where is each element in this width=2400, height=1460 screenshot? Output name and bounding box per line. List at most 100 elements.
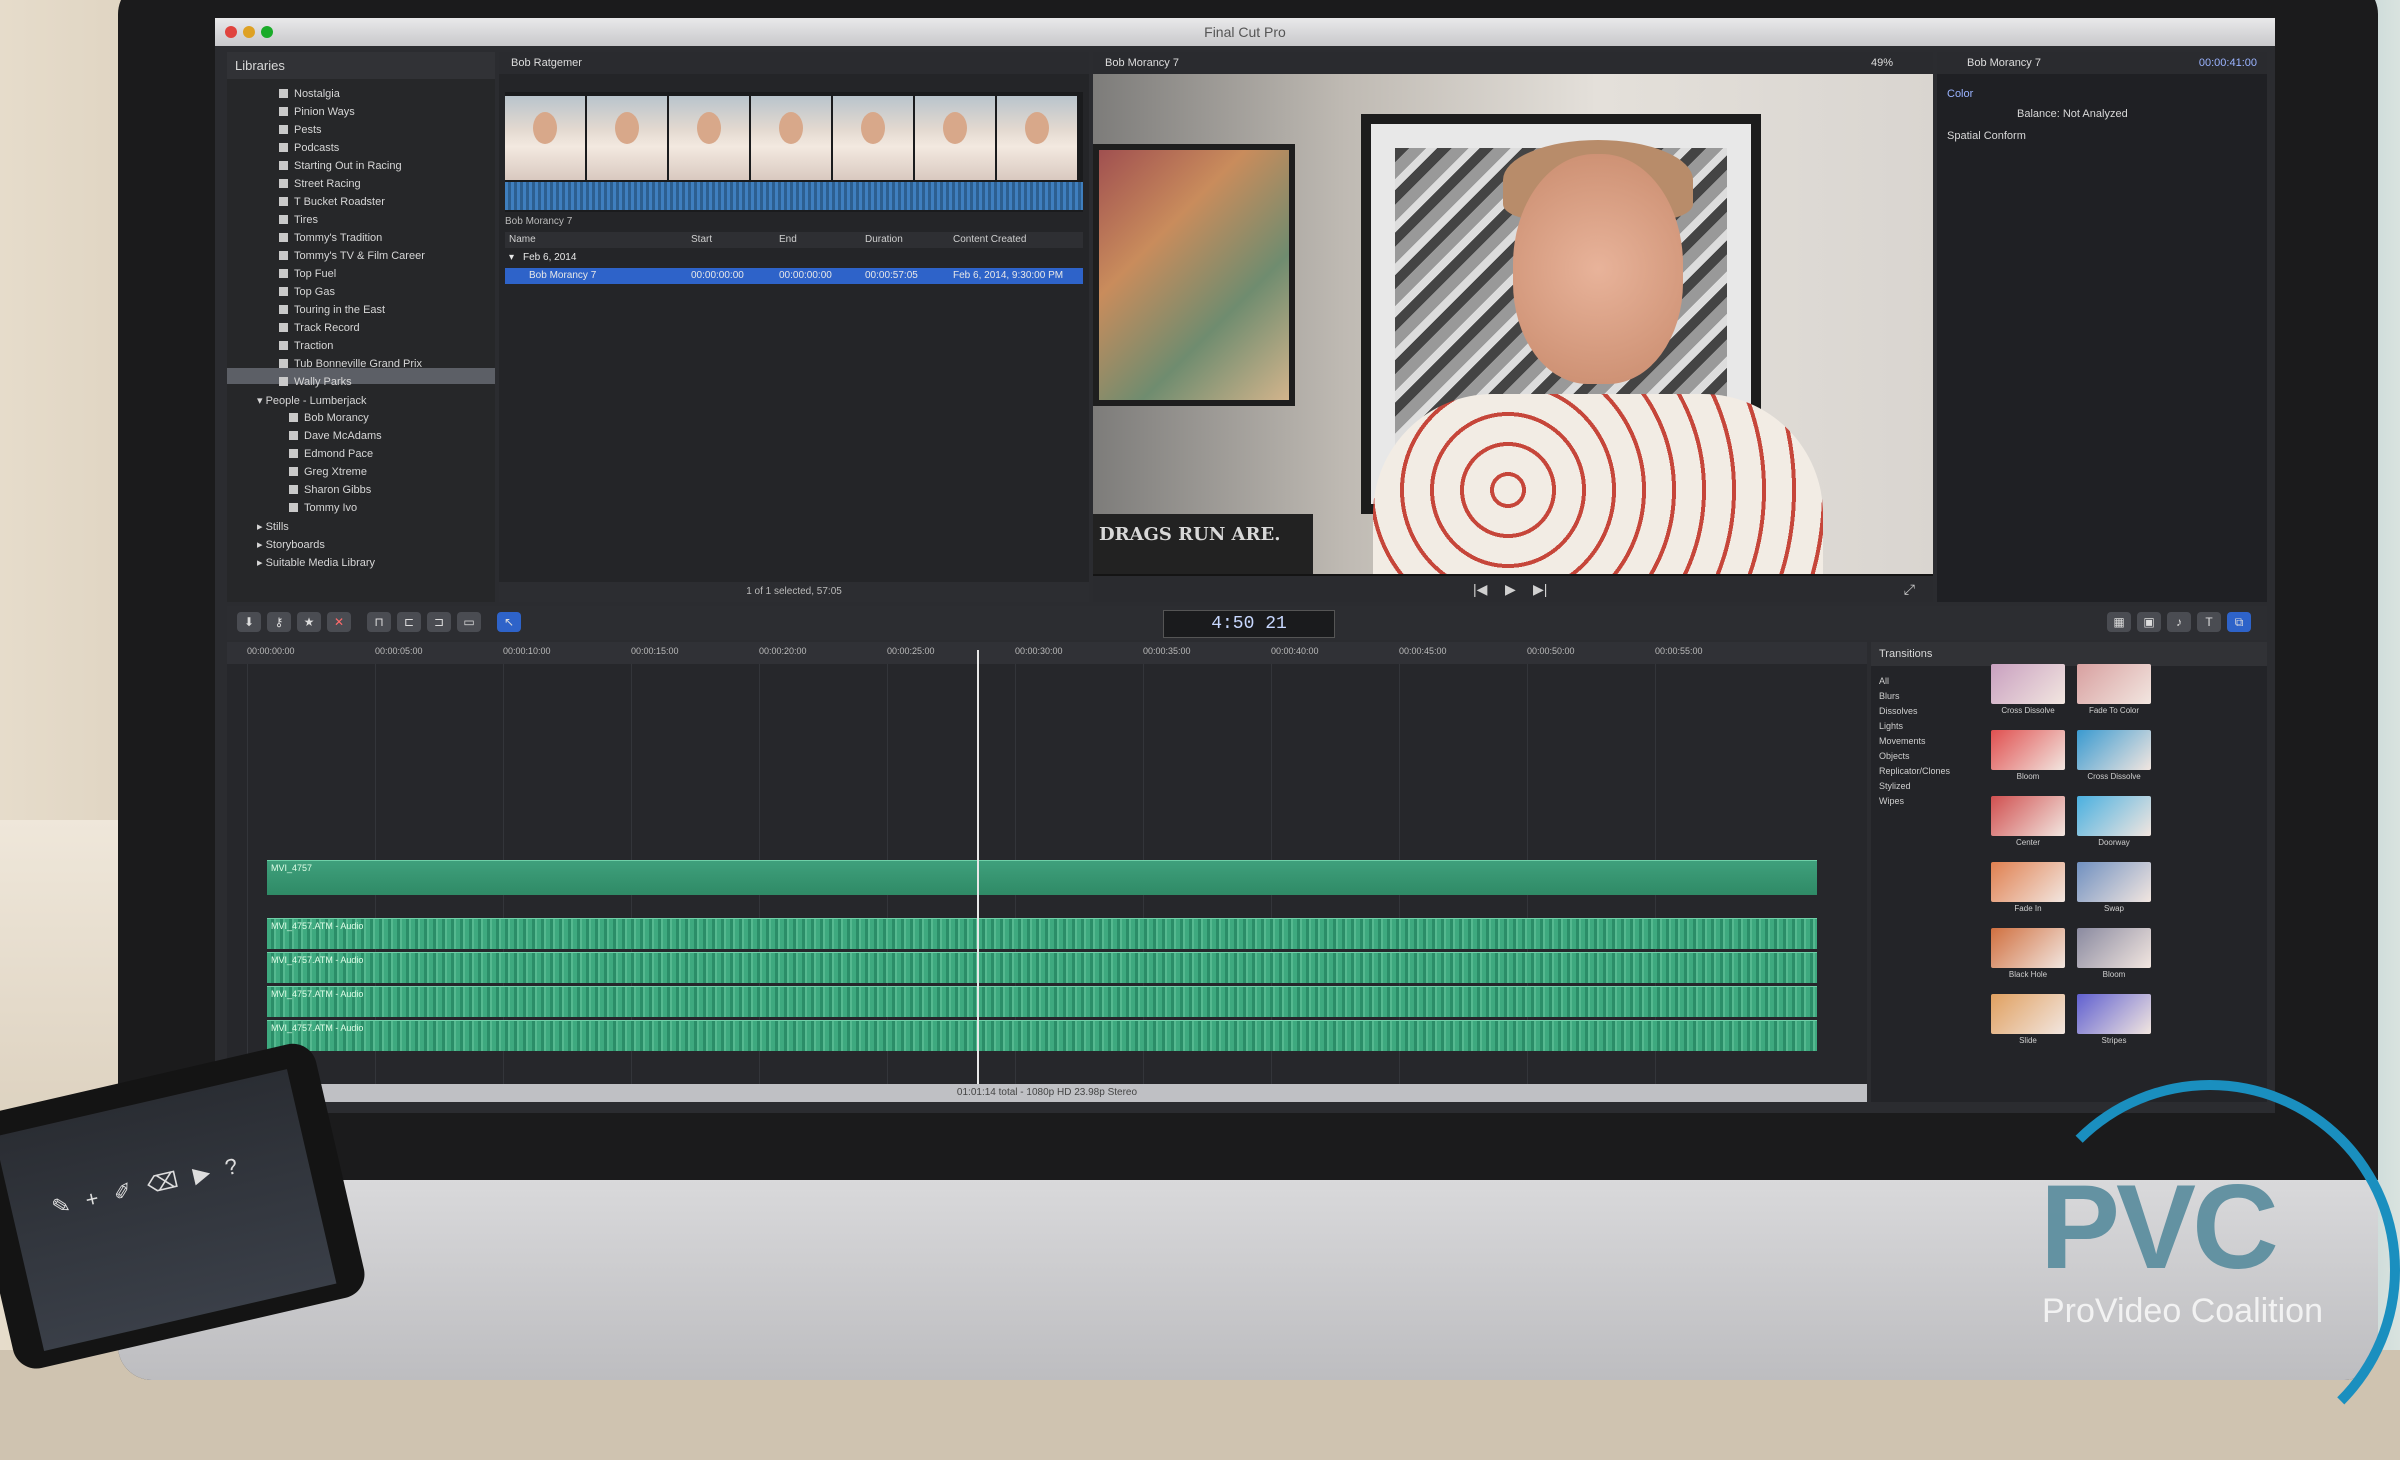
dashboard-timecode[interactable]: 4:50 21 <box>1163 610 1335 638</box>
overwrite-icon[interactable]: ▭ <box>457 612 481 632</box>
reject-icon[interactable]: ✕ <box>327 612 351 632</box>
audio-clip-2[interactable]: MVI_4757.ATM - Audio <box>267 952 1817 983</box>
favorite-icon[interactable]: ★ <box>297 612 321 632</box>
video-frame[interactable]: DRAGS RUN ARE. <box>1093 74 1933 574</box>
sidebar-item[interactable]: Pests <box>279 124 322 140</box>
timeline[interactable]: 00:00:00:00 00:00:05:00 00:00:10:00 00:00:1… <box>227 642 1867 1102</box>
fullscreen-icon[interactable]: ⤢ <box>1904 581 1915 598</box>
timeline-ruler[interactable]: 00:00:00:00 00:00:05:00 00:00:10:00 00:00:1… <box>227 642 1867 664</box>
transition-category[interactable]: Lights <box>1879 721 1903 731</box>
sidebar-item[interactable]: ▸ Storyboards <box>257 538 325 554</box>
audio-clip-4[interactable]: MVI_4757.ATM - Audio <box>267 1020 1817 1051</box>
viewer-zoom[interactable]: 49% <box>1871 52 1893 74</box>
transition-category[interactable]: Objects <box>1879 751 1910 761</box>
transition-thumbnail[interactable] <box>1991 994 2065 1034</box>
transition-category[interactable]: Replicator/Clones <box>1879 766 1950 776</box>
column-duration[interactable]: Duration <box>865 234 903 245</box>
ruler-tick-label: 00:00:45:00 <box>1399 646 1447 656</box>
sidebar-item[interactable]: Podcasts <box>279 142 339 158</box>
transition-thumbnail[interactable] <box>2077 796 2151 836</box>
timeline-footer: 01:01:14 total - 1080p HD 23.98p Stereo <box>227 1084 1867 1102</box>
sidebar-item[interactable]: Wally Parks <box>279 376 352 392</box>
play-icon[interactable]: ▶ <box>190 1156 228 1188</box>
play-button[interactable]: ▶ <box>1505 581 1516 598</box>
music-icon[interactable]: ♪ <box>2167 612 2191 632</box>
keyword-icon[interactable]: ⚷ <box>267 612 291 632</box>
transition-thumbnail[interactable] <box>1991 928 2065 968</box>
sidebar-item[interactable]: Starting Out in Racing <box>279 160 402 176</box>
video-clip[interactable]: MVI_4757 <box>267 860 1817 895</box>
previous-frame-button[interactable]: |◀ <box>1473 581 1487 598</box>
sidebar-group[interactable]: ▾ People - Lumberjack <box>257 394 366 410</box>
playhead[interactable] <box>977 650 979 1090</box>
sidebar-item[interactable]: Edmond Pace <box>289 448 373 464</box>
sidebar-item[interactable]: Tommy's Tradition <box>279 232 382 248</box>
transition-thumbnail[interactable] <box>2077 730 2151 770</box>
sidebar-item[interactable]: Traction <box>279 340 333 356</box>
inspector-color-row[interactable]: Color <box>1947 88 2257 106</box>
sidebar-item[interactable]: Street Racing <box>279 178 361 194</box>
sidebar-item[interactable]: T Bucket Roadster <box>279 196 385 212</box>
sidebar-item[interactable]: Sharon Gibbs <box>289 484 371 500</box>
import-icon[interactable]: ⬇ <box>237 612 261 632</box>
group-disclosure-icon[interactable]: ▾ <box>509 252 514 263</box>
sidebar-item[interactable]: Track Record <box>279 322 360 338</box>
transition-category[interactable]: Movements <box>1879 736 1926 746</box>
effects-icon[interactable]: ▦ <box>2107 612 2131 632</box>
sidebar-item[interactable]: ▸ Suitable Media Library <box>257 556 375 572</box>
sidebar-item[interactable]: Touring in the East <box>279 304 385 320</box>
sidebar-item[interactable]: Bob Morancy <box>289 412 369 428</box>
column-name[interactable]: Name <box>509 234 536 245</box>
transition-category[interactable]: Dissolves <box>1879 706 1918 716</box>
table-row-selected[interactable]: Bob Morancy 7 00:00:00:00 00:00:00:00 00… <box>505 268 1083 284</box>
event-icon <box>279 377 288 386</box>
pen-icon[interactable]: ✐ <box>111 1174 150 1206</box>
sidebar-item[interactable]: Top Fuel <box>279 268 336 284</box>
sidebar-item[interactable]: Pinion Ways <box>279 106 355 122</box>
transition-category[interactable]: All <box>1879 676 1889 686</box>
transition-thumbnail[interactable] <box>2077 862 2151 902</box>
event-icon <box>279 233 288 242</box>
help-icon[interactable]: ? <box>223 1150 256 1181</box>
transitions-icon[interactable]: ⧉ <box>2227 612 2251 632</box>
sidebar-item[interactable]: Dave McAdams <box>289 430 382 446</box>
sidebar-item[interactable]: Nostalgia <box>279 88 340 104</box>
transition-thumbnail[interactable] <box>2077 994 2151 1034</box>
audio-clip-1[interactable]: MVI_4757.ATM - Audio <box>267 918 1817 949</box>
next-frame-button[interactable]: ▶| <box>1533 581 1547 598</box>
sidebar-item[interactable]: Tommy's TV & Film Career <box>279 250 425 266</box>
select-tool-icon[interactable]: ↖ <box>497 612 521 632</box>
column-start[interactable]: Start <box>691 234 712 245</box>
connect-icon[interactable]: ⊓ <box>367 612 391 632</box>
column-content-created[interactable]: Content Created <box>953 234 1026 245</box>
trash-icon[interactable]: ⌫ <box>145 1163 197 1198</box>
clip-title: Bob Morancy 7 <box>505 216 573 227</box>
transition-thumbnail[interactable] <box>1991 796 2065 836</box>
sidebar-item[interactable]: Tires <box>279 214 318 230</box>
audio-clip-3[interactable]: MVI_4757.ATM - Audio <box>267 986 1817 1017</box>
sidebar-item[interactable]: Greg Xtreme <box>289 466 367 482</box>
sidebar-item-label: Track Record <box>294 322 360 334</box>
transition-thumbnail[interactable] <box>2077 928 2151 968</box>
sidebar-item[interactable]: Tommy Ivo <box>289 502 357 518</box>
list-group-row[interactable]: ▾ Feb 6, 2014 <box>505 250 1083 266</box>
event-icon <box>279 323 288 332</box>
column-end[interactable]: End <box>779 234 797 245</box>
transition-thumbnail[interactable] <box>1991 730 2065 770</box>
transition-thumbnail[interactable] <box>1991 664 2065 704</box>
titles-icon[interactable]: T <box>2197 612 2221 632</box>
sidebar-item[interactable]: ▸ Stills <box>257 520 289 536</box>
transition-category[interactable]: Stylized <box>1879 781 1911 791</box>
sidebar-item-label: Tommy Ivo <box>304 502 358 514</box>
transition-category[interactable]: Wipes <box>1879 796 1904 806</box>
inspector-spatial-conform-row[interactable]: Spatial Conform <box>1947 130 2257 148</box>
transition-thumbnail[interactable] <box>2077 664 2151 704</box>
sidebar-item[interactable]: Top Gas <box>279 286 335 302</box>
photos-icon[interactable]: ▣ <box>2137 612 2161 632</box>
transition-category[interactable]: Blurs <box>1879 691 1900 701</box>
clip-filmstrip[interactable] <box>505 92 1083 212</box>
append-icon[interactable]: ⊐ <box>427 612 451 632</box>
insert-icon[interactable]: ⊏ <box>397 612 421 632</box>
sidebar-item[interactable]: Tub Bonneville Grand Prix <box>279 358 422 374</box>
transition-thumbnail[interactable] <box>1991 862 2065 902</box>
